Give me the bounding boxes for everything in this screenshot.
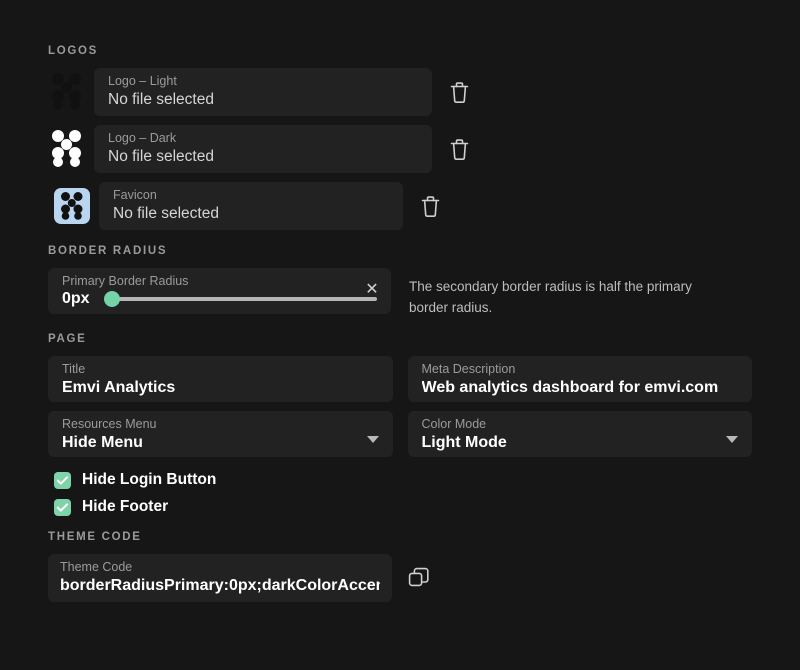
title-field[interactable]: Title Emvi Analytics (48, 356, 393, 402)
section-header-page: Page (48, 333, 87, 345)
logo-dark-label: Logo – Dark (108, 131, 177, 145)
color-mode-select[interactable]: Color Mode Light Mode (407, 411, 752, 457)
logo-dark-file-input[interactable]: Logo – Dark No file selected (94, 125, 432, 173)
checkbox-checked-icon[interactable] (54, 471, 71, 489)
copy-theme-code-button[interactable] (404, 563, 434, 593)
section-header-border-radius: Border Radius (48, 245, 168, 257)
primary-border-radius-slider-row: 0px (62, 290, 377, 308)
page-checkbox-list: Hide Login Button Hide Footer (48, 471, 752, 516)
logo-dark-delete-button[interactable] (444, 134, 474, 164)
color-mode-label: Color Mode (421, 417, 487, 431)
theme-code-field[interactable]: Theme Code borderRadiusPrimary:0px;darkC… (48, 554, 392, 602)
border-radius-block: Primary Border Radius 0px ✕ The secondar… (48, 268, 752, 318)
logo-light-row: Logo – Light No file selected (48, 68, 752, 116)
favicon-delete-button[interactable] (415, 191, 445, 221)
title-label: Title (62, 362, 86, 376)
resources-menu-value: Hide Menu (62, 434, 143, 451)
logo-dark-value: No file selected (108, 148, 214, 165)
logo-light-label: Logo – Light (108, 74, 177, 88)
primary-border-radius-label: Primary Border Radius (62, 274, 189, 288)
logo-light-value: No file selected (108, 91, 214, 108)
favicon-value: No file selected (113, 205, 219, 222)
section-header-theme-code: Theme Code (48, 531, 142, 543)
slider-track (110, 297, 377, 301)
theme-code-block: Theme Code borderRadiusPrimary:0px;darkC… (48, 554, 752, 602)
favicon-label: Favicon (113, 188, 157, 202)
logo-dark-row: Logo – Dark No file selected (48, 125, 752, 173)
chevron-down-icon (726, 436, 738, 443)
favicon-file-input[interactable]: Favicon No file selected (99, 182, 403, 230)
meta-description-label: Meta Description (421, 362, 516, 376)
logo-dots-light-icon (48, 130, 86, 168)
border-radius-help-text: The secondary border radius is half the … (409, 279, 692, 315)
theme-code-label: Theme Code (60, 560, 133, 574)
meta-description-field[interactable]: Meta Description Web analytics dashboard… (407, 356, 752, 402)
hide-login-button-label: Hide Login Button (82, 471, 217, 488)
logo-light-delete-button[interactable] (444, 77, 474, 107)
favicon-row: Favicon No file selected (48, 182, 752, 230)
chevron-down-icon (366, 436, 379, 443)
color-mode-value: Light Mode (421, 434, 507, 451)
logo-light-file-input[interactable]: Logo – Light No file selected (94, 68, 432, 116)
resources-menu-select[interactable]: Resources Menu Hide Menu (48, 411, 393, 457)
title-value: Emvi Analytics (62, 379, 176, 396)
theme-settings-panel: Logos Logo – Light No file selected (0, 0, 800, 670)
hide-footer-checkbox-row[interactable]: Hide Footer (48, 498, 752, 516)
resources-menu-label: Resources Menu (62, 417, 157, 431)
checkbox-checked-icon[interactable] (54, 498, 71, 516)
primary-border-radius-control[interactable]: Primary Border Radius 0px ✕ (48, 268, 391, 314)
primary-border-radius-value: 0px (62, 290, 90, 307)
page-row-1: Title Emvi Analytics Meta Description We… (48, 356, 752, 402)
section-header-logos: Logos (48, 45, 99, 57)
logo-dots-dark-icon (48, 73, 86, 111)
meta-description-value: Web analytics dashboard for emvi.com (421, 379, 719, 396)
slider-thumb[interactable] (104, 291, 120, 307)
theme-code-value: borderRadiusPrimary:0px;darkColorAccent:… (60, 577, 380, 594)
page-row-2: Resources Menu Hide Menu Color Mode Ligh… (48, 411, 752, 457)
hide-footer-label: Hide Footer (82, 498, 169, 515)
favicon-dots-icon (54, 188, 90, 224)
primary-border-radius-slider[interactable] (104, 291, 377, 307)
hide-login-button-checkbox-row[interactable]: Hide Login Button (48, 471, 752, 489)
clear-icon[interactable]: ✕ (363, 281, 381, 299)
